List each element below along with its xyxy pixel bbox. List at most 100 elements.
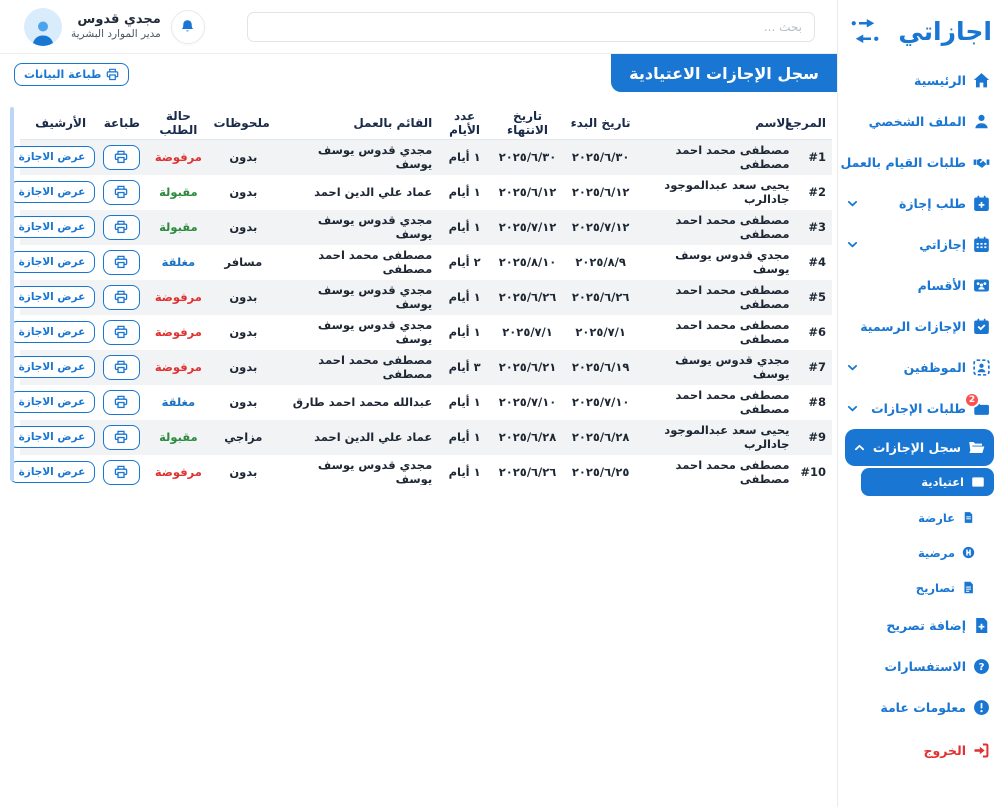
print-row-button[interactable] <box>103 285 140 310</box>
avatar <box>24 8 62 46</box>
cell-ref: #7 <box>795 350 832 385</box>
cell-worker: مجدي قدوس يوسف يوسف <box>276 140 438 175</box>
view-leave-button[interactable]: عرض الاجازة <box>10 461 95 483</box>
print-row-button[interactable] <box>103 145 140 170</box>
calendar-plus-icon <box>973 195 990 212</box>
view-leave-button[interactable]: عرض الاجازة <box>10 356 95 378</box>
cell-status: مرفوضة <box>146 315 211 350</box>
sidebar-item-add-permit[interactable]: إضافة تصريح <box>838 605 1000 646</box>
cell-days: ٢ أيام <box>438 245 491 280</box>
brand: اجازاتي <box>838 10 1000 60</box>
sidebar-item-leave-request[interactable]: طلب إجازة <box>838 183 1000 224</box>
cell-worker: عبدالله محمد احمد طارق <box>276 385 438 420</box>
column-header-status: حالة الطلب <box>146 107 211 140</box>
cell-end-date: ٢٠٢٥/٧/١٢ <box>491 210 564 245</box>
sidebar-item-departments[interactable]: الأقسام <box>838 265 1000 306</box>
cell-print <box>101 455 146 486</box>
print-row-button[interactable] <box>103 320 140 345</box>
chevron-down-icon <box>846 402 859 415</box>
column-header-archive: الأرشيف <box>20 107 101 140</box>
cell-notes: بدون <box>211 385 276 420</box>
sidebar-item-label: مرضية <box>918 546 955 560</box>
cell-days: ١ أيام <box>438 280 491 315</box>
view-leave-button[interactable]: عرض الاجازة <box>10 426 95 448</box>
sidebar-item-label: الاستفسارات <box>885 659 966 674</box>
cell-start-date: ٢٠٢٥/٦/٢٥ <box>564 455 637 486</box>
cell-name: مجدي قدوس يوسف يوسف <box>637 245 795 280</box>
cell-end-date: ٢٠٢٥/٦/١٢ <box>491 175 564 210</box>
cell-print <box>101 280 146 315</box>
search-input[interactable] <box>247 12 815 42</box>
column-header-end-date: تاريخ الانتهاء <box>491 107 564 140</box>
sidebar-item-permits[interactable]: تصاريح <box>838 570 1000 605</box>
print-data-button[interactable]: طباعة البيانات <box>14 63 129 86</box>
sidebar-item-work-duty-requests[interactable]: طلبات القيام بالعمل <box>838 142 1000 183</box>
content-top-row: سجل الإجازات الاعتيادية طباعة البيانات <box>0 54 837 92</box>
sidebar-item-label: الملف الشخصي <box>869 114 966 129</box>
cell-worker: مصطفى محمد احمد مصطفى <box>276 245 438 280</box>
cell-end-date: ٢٠٢٥/٦/٢١ <box>491 350 564 385</box>
printer-icon <box>114 290 128 304</box>
view-leave-button[interactable]: عرض الاجازة <box>10 321 95 343</box>
cell-name: مصطفى محمد احمد مصطفى <box>637 315 795 350</box>
print-row-button[interactable] <box>103 215 140 240</box>
cell-print <box>101 385 146 420</box>
sidebar-item-sick[interactable]: مرضية <box>838 535 1000 570</box>
sidebar-item-label: طلب إجازة <box>899 196 966 211</box>
sidebar-item-profile[interactable]: الملف الشخصي <box>838 101 1000 142</box>
view-leave-button[interactable]: عرض الاجازة <box>10 391 95 413</box>
cell-end-date: ٢٠٢٥/٦/٣٠ <box>491 140 564 175</box>
cell-worker: عماد علي الدين احمد <box>276 175 438 210</box>
view-leave-button[interactable]: عرض الاجازة <box>10 251 95 273</box>
sidebar-item-label: اعتيادية <box>921 475 964 489</box>
cell-start-date: ٢٠٢٥/٦/٣٠ <box>564 140 637 175</box>
sidebar-item-inquiries[interactable]: ? الاستفسارات <box>838 646 1000 687</box>
bell-icon <box>180 19 195 34</box>
print-row-button[interactable] <box>103 180 140 205</box>
hospital-icon <box>962 546 975 559</box>
sidebar-item-employees[interactable]: الموظفين <box>838 347 1000 388</box>
print-row-button[interactable] <box>103 355 140 380</box>
column-header-print: طباعة <box>101 107 146 140</box>
table-scrollbar[interactable] <box>10 107 14 481</box>
cell-end-date: ٢٠٢٥/٨/١٠ <box>491 245 564 280</box>
sidebar-item-ordinary[interactable]: اعتيادية <box>861 468 994 496</box>
sidebar-item-label: معلومات عامة <box>880 700 966 715</box>
print-row-button[interactable] <box>103 390 140 415</box>
view-leave-button[interactable]: عرض الاجازة <box>10 286 95 308</box>
sidebar-item-casual[interactable]: عارضة <box>838 500 1000 535</box>
sidebar-item-my-leaves[interactable]: إجازاتي <box>838 224 1000 265</box>
question-icon: ? <box>973 658 990 675</box>
sidebar-item-general-info[interactable]: معلومات عامة <box>838 687 1000 728</box>
notifications-button[interactable] <box>171 10 205 44</box>
main-area: مجدي قدوس مدير الموارد البشرية سجل الإجا… <box>0 0 837 807</box>
cell-start-date: ٢٠٢٥/٧/١٠ <box>564 385 637 420</box>
chevron-down-icon <box>846 197 859 210</box>
print-row-button[interactable] <box>103 250 140 275</box>
user-block[interactable]: مجدي قدوس مدير الموارد البشرية <box>24 8 161 46</box>
departments-icon <box>973 277 990 294</box>
cell-worker: مجدي قدوس يوسف يوسف <box>276 455 438 486</box>
view-leave-button[interactable]: عرض الاجازة <box>10 146 95 168</box>
add-permit-icon <box>973 617 990 634</box>
table-body: #1مصطفى محمد احمد مصطفى٢٠٢٥/٦/٣٠٢٠٢٥/٦/٣… <box>20 140 832 486</box>
user-name: مجدي قدوس <box>71 12 161 28</box>
sidebar-item-leave-requests[interactable]: 2طلبات الإجازات <box>838 388 1000 429</box>
sidebar-item-home[interactable]: الرئيسية <box>838 60 1000 101</box>
sidebar-item-logout[interactable]: الخروج <box>838 730 1000 771</box>
view-leave-button[interactable]: عرض الاجازة <box>10 216 95 238</box>
sidebar-item-official-holidays[interactable]: الإجازات الرسمية <box>838 306 1000 347</box>
table-row: #6مصطفى محمد احمد مصطفى٢٠٢٥/٧/١٢٠٢٥/٧/١١… <box>20 315 832 350</box>
print-row-button[interactable] <box>103 425 140 450</box>
sidebar-item-leave-record[interactable]: سجل الإجازات <box>845 429 994 466</box>
casual-icon <box>962 511 975 524</box>
printer-icon <box>114 360 128 374</box>
cell-status: مرفوضة <box>146 350 211 385</box>
cell-notes: بدون <box>211 315 276 350</box>
table-header-row: المرجعالاسمتاريخ البدءتاريخ الانتهاءعدد … <box>20 107 832 140</box>
cell-ref: #8 <box>795 385 832 420</box>
cell-print <box>101 175 146 210</box>
print-row-button[interactable] <box>103 460 140 485</box>
view-leave-button[interactable]: عرض الاجازة <box>10 181 95 203</box>
cell-archive: عرض الاجازة <box>20 420 101 455</box>
